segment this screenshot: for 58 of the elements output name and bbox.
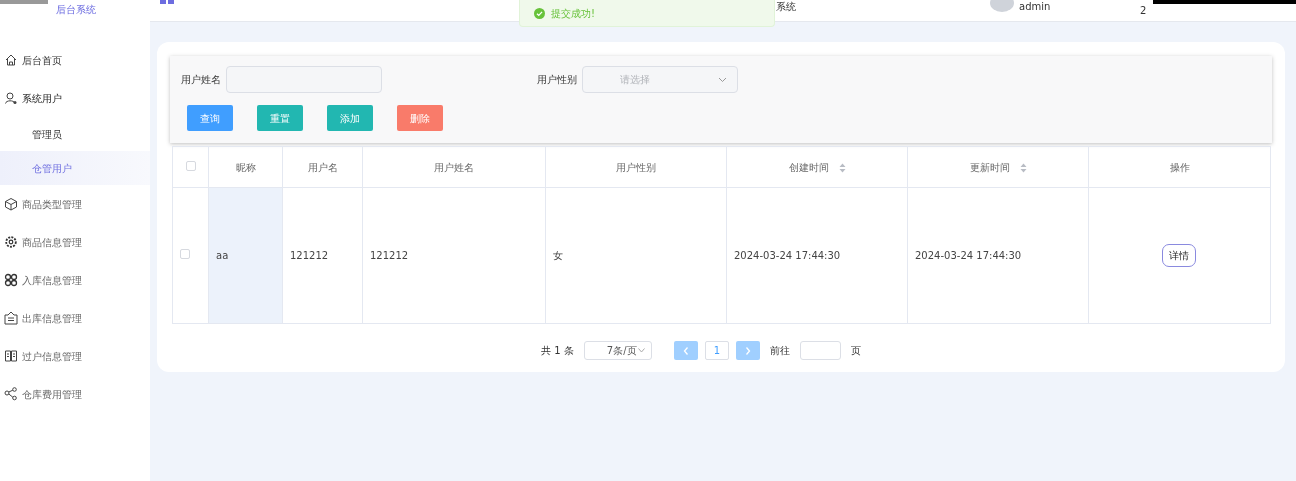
menu-item[interactable]: 商品信息管理 [0, 223, 150, 261]
table-cell: 121212 [362, 187, 546, 324]
sort-icon[interactable] [1019, 162, 1027, 173]
menu-item[interactable]: 后台首页 [0, 41, 150, 79]
page-suffix: 页 [850, 344, 861, 358]
column-header: 更新时间 [907, 146, 1089, 188]
field-label: 用户性别 [537, 73, 577, 87]
column-header: 用户姓名 [362, 146, 546, 188]
gear-icon [4, 235, 18, 249]
table-cell: 121212 [282, 187, 363, 324]
column-header: 创建时间 [726, 146, 908, 188]
logo-icon [160, 0, 174, 4]
home-icon [4, 53, 18, 67]
table-cell: 女 [545, 187, 727, 324]
sidebar-title: 后台系统 [55, 4, 97, 16]
menu-item[interactable]: 系统用户 [0, 79, 150, 117]
next-page-button[interactable] [735, 341, 760, 360]
header-title: 系统 [776, 1, 796, 13]
menu-item[interactable]: 入库信息管理 [0, 261, 150, 299]
sign-icon [4, 311, 18, 325]
goto-label: 前往 [769, 344, 790, 358]
input-field[interactable] [226, 66, 382, 93]
column-header: 用户性别 [545, 146, 727, 188]
check-icon [534, 7, 545, 19]
menu-item[interactable]: 出库信息管理 [0, 299, 150, 337]
menu-item[interactable]: 商品类型管理 [0, 185, 150, 223]
menu-item[interactable]: 过户信息管理 [0, 337, 150, 375]
submenu-item[interactable]: 管理员 [0, 117, 150, 151]
chevron-down-icon [718, 76, 727, 83]
field-label: 用户姓名 [181, 73, 221, 87]
column-header: 用户名 [282, 146, 363, 188]
share-icon [4, 387, 18, 401]
cube-icon [4, 197, 18, 211]
chevron-right-icon [744, 346, 751, 355]
prev-page-button[interactable] [673, 341, 698, 360]
user-menu[interactable]: admin [1019, 1, 1051, 13]
page-input[interactable] [799, 341, 841, 360]
header-text: 2 [1140, 5, 1147, 17]
chevron-down-icon [637, 348, 645, 353]
logo-bar [0, 0, 48, 4]
total-count: 共 1 条 [541, 344, 574, 358]
detail-button[interactable]: 详情 [1162, 244, 1196, 267]
row-checkbox[interactable] [180, 249, 190, 259]
book-icon [4, 349, 18, 363]
sort-icon[interactable] [838, 162, 846, 173]
table-cell: 2024-03-24 17:44:30 [726, 187, 908, 324]
table-cell: 2024-03-24 17:44:30 [907, 187, 1089, 324]
chevron-left-icon [682, 346, 689, 355]
select-all-checkbox[interactable] [185, 160, 196, 171]
toast-message: 提交成功! [551, 6, 595, 21]
menu-item[interactable]: 仓库费用管理 [0, 375, 150, 413]
submenu-item[interactable]: 仓管用户 [0, 151, 150, 185]
table-cell: aa [208, 187, 283, 324]
page-size-select[interactable]: 7条/页 [583, 341, 652, 360]
column-header: 昵称 [208, 146, 283, 188]
grid-icon [4, 273, 18, 287]
column-header: 操作 [1088, 146, 1271, 188]
user-icon [4, 91, 18, 105]
